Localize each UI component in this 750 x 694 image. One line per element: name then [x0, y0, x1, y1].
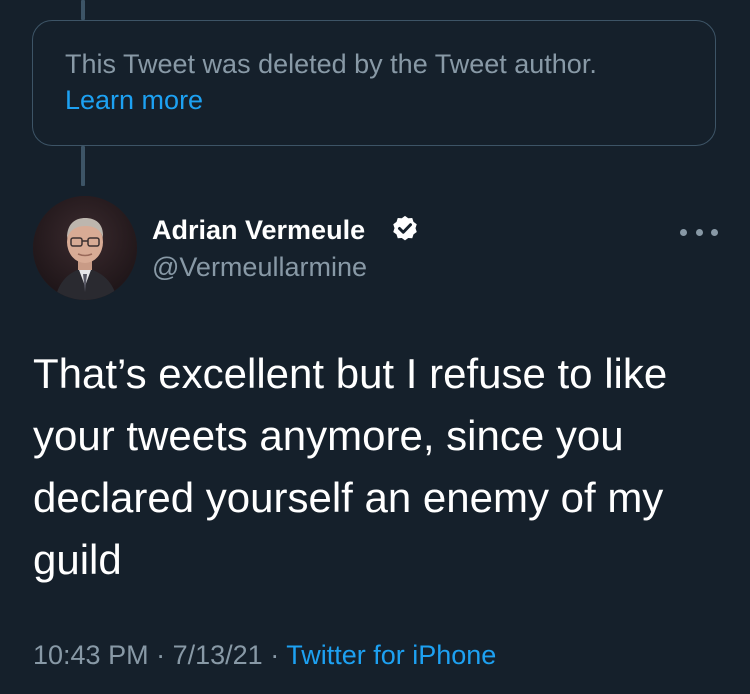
avatar-image	[33, 196, 137, 300]
meta-separator: ·	[156, 640, 166, 670]
thread-line-top	[81, 0, 85, 20]
author-handle[interactable]: @Vermeullarmine	[152, 250, 367, 284]
learn-more-link[interactable]: Learn more	[65, 82, 203, 118]
deleted-notice-text: This Tweet was deleted by the Tweet auth…	[65, 49, 597, 79]
tweet-time[interactable]: 10:43 PM	[33, 640, 149, 670]
avatar[interactable]	[33, 196, 137, 300]
tweet-source-link[interactable]: Twitter for iPhone	[286, 640, 496, 670]
verified-badge-icon	[393, 215, 417, 241]
more-options-icon[interactable]	[680, 222, 718, 242]
thread-line-connector	[81, 146, 85, 186]
author-name[interactable]: Adrian Vermeule	[152, 213, 365, 247]
deleted-tweet-notice: This Tweet was deleted by the Tweet auth…	[32, 20, 716, 146]
meta-separator: ·	[270, 640, 280, 670]
tweet-meta: 10:43 PM · 7/13/21 · Twitter for iPhone	[33, 637, 496, 673]
tweet-date[interactable]: 7/13/21	[173, 640, 263, 670]
tweet-text: That’s excellent but I refuse to like yo…	[33, 350, 668, 583]
